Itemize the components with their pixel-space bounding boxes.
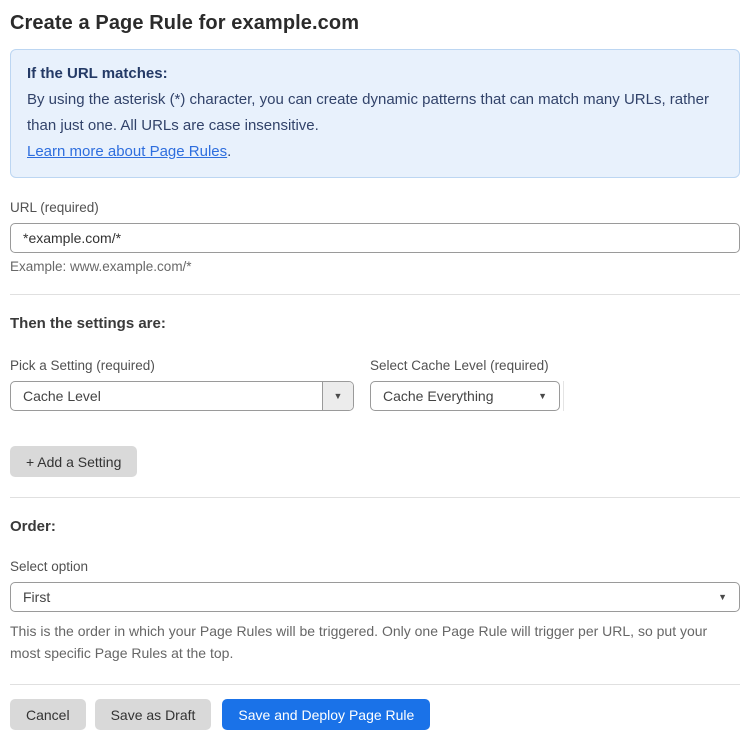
- add-setting-button[interactable]: + Add a Setting: [10, 446, 138, 477]
- chevron-down-icon: ▼: [718, 592, 727, 602]
- url-input[interactable]: [10, 223, 740, 253]
- page-title: Create a Page Rule for example.com: [10, 12, 360, 34]
- divider: [10, 684, 740, 685]
- cache-level-label: Select Cache Level (required): [370, 358, 549, 373]
- page-rule-form: Create a Page Rule for example.com If th…: [0, 0, 750, 730]
- cache-level-value: Cache Everything: [383, 388, 494, 404]
- cache-level-select[interactable]: Cache Everything ▼: [370, 381, 560, 411]
- column-divider: [563, 381, 564, 411]
- divider: [10, 497, 740, 498]
- learn-more-link[interactable]: Learn more about Page Rules: [27, 143, 227, 160]
- cache-level-wrap: Select Cache Level (required) Cache Ever…: [370, 358, 560, 411]
- order-select-label: Select option: [10, 559, 89, 574]
- info-box-heading: If the URL matches:: [27, 65, 168, 82]
- divider: [10, 294, 740, 295]
- info-box-body: By using the asterisk (*) character, you…: [27, 91, 709, 134]
- url-label: URL (required): [10, 200, 99, 215]
- footer-actions: Cancel Save as Draft Save and Deploy Pag…: [10, 699, 740, 730]
- cancel-button[interactable]: Cancel: [10, 699, 86, 730]
- order-section-heading: Order:: [10, 518, 56, 535]
- order-helper-text: This is the order in which your Page Rul…: [10, 623, 708, 661]
- url-helper-text: Example: www.example.com/*: [10, 259, 192, 274]
- chevron-down-icon: ▼: [538, 391, 547, 401]
- pick-setting-label: Pick a Setting (required): [10, 358, 155, 373]
- save-as-draft-button[interactable]: Save as Draft: [94, 699, 212, 730]
- pick-setting-value: Cache Level: [23, 388, 101, 404]
- pick-setting-select[interactable]: Cache Level ▼: [10, 381, 354, 411]
- url-matches-info-box: If the URL matches: By using the asteris…: [10, 49, 740, 178]
- info-box-link-line: Learn more about Page Rules.: [27, 139, 723, 165]
- chevron-down-icon[interactable]: ▼: [322, 382, 353, 410]
- settings-section-heading: Then the settings are:: [10, 315, 166, 332]
- save-and-deploy-button[interactable]: Save and Deploy Page Rule: [222, 699, 431, 730]
- column-divider-wrap: [560, 358, 564, 411]
- link-suffix: .: [227, 143, 232, 160]
- order-select[interactable]: First ▼: [10, 582, 740, 612]
- cache-level-column: Select Cache Level (required) Cache Ever…: [370, 358, 564, 411]
- settings-grid: Pick a Setting (required) Cache Level ▼ …: [10, 358, 740, 411]
- pick-setting-column: Pick a Setting (required) Cache Level ▼: [10, 358, 354, 411]
- order-select-value: First: [23, 589, 51, 605]
